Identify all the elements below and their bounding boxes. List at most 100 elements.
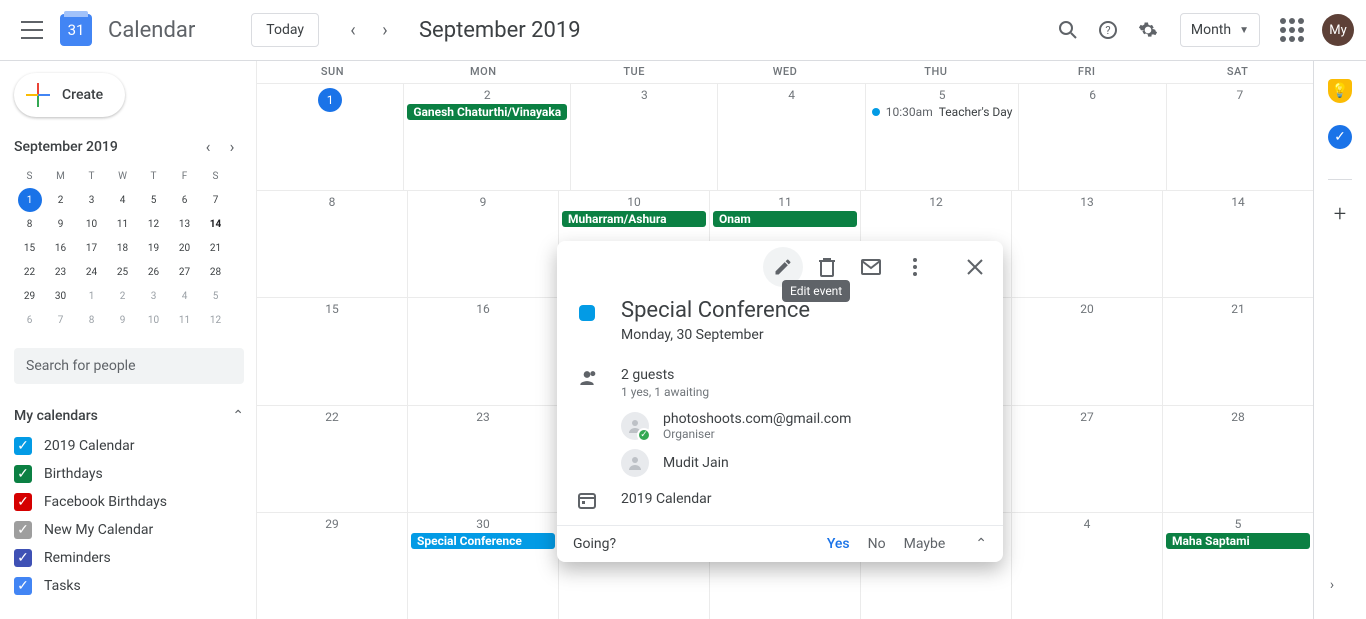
day-cell[interactable]: 22	[257, 406, 408, 512]
account-avatar[interactable]: My	[1322, 14, 1354, 46]
mini-day[interactable]: 5	[138, 188, 169, 212]
view-selector[interactable]: Month ▼	[1180, 13, 1260, 47]
event-chip[interactable]: 10:30amTeacher's Day	[866, 104, 1019, 120]
google-apps-button[interactable]	[1272, 10, 1312, 50]
settings-button[interactable]	[1128, 10, 1168, 50]
mini-day[interactable]: 6	[169, 188, 200, 212]
mini-day[interactable]: 9	[107, 308, 138, 332]
mini-day[interactable]: 1	[18, 188, 42, 212]
day-cell[interactable]: 9	[408, 191, 559, 297]
calendar-checkbox[interactable]: ✓	[14, 493, 32, 511]
event-chip[interactable]: Special Conference	[411, 533, 555, 549]
rsvp-maybe-button[interactable]: Maybe	[904, 536, 946, 552]
event-chip[interactable]: Maha Saptami	[1166, 533, 1310, 549]
mini-day[interactable]: 30	[45, 284, 76, 308]
calendar-checkbox[interactable]: ✓	[14, 577, 32, 595]
today-button[interactable]: Today	[251, 13, 319, 47]
next-period-button[interactable]: ›	[369, 14, 401, 46]
calendar-item[interactable]: ✓New My Calendar	[14, 516, 256, 544]
mini-day[interactable]: 9	[45, 212, 76, 236]
mini-day[interactable]: 21	[200, 236, 231, 260]
mini-day[interactable]: 12	[138, 212, 169, 236]
mini-day[interactable]: 16	[45, 236, 76, 260]
mini-day[interactable]: 7	[45, 308, 76, 332]
day-cell[interactable]: 1	[257, 84, 404, 190]
main-menu-button[interactable]	[12, 10, 52, 50]
mini-day[interactable]: 10	[76, 212, 107, 236]
calendar-item[interactable]: ✓2019 Calendar	[14, 432, 256, 460]
day-cell[interactable]: 29	[257, 513, 408, 619]
close-popup-button[interactable]	[955, 247, 995, 287]
mini-day[interactable]: 3	[138, 284, 169, 308]
day-cell[interactable]: 3	[571, 84, 718, 190]
prev-period-button[interactable]: ‹	[337, 14, 369, 46]
day-cell[interactable]: 16	[408, 298, 559, 404]
mini-day[interactable]: 1	[76, 284, 107, 308]
mini-day[interactable]: 14	[200, 212, 231, 236]
day-cell[interactable]: 27	[1012, 406, 1163, 512]
email-guests-button[interactable]	[851, 247, 891, 287]
create-button[interactable]: Create	[14, 73, 125, 117]
calendar-checkbox[interactable]: ✓	[14, 521, 32, 539]
mini-day[interactable]: 6	[14, 308, 45, 332]
mini-day[interactable]: 8	[76, 308, 107, 332]
mini-prev-button[interactable]: ‹	[196, 137, 220, 156]
mini-day[interactable]: 8	[14, 212, 45, 236]
calendar-item[interactable]: ✓Birthdays	[14, 460, 256, 488]
mini-next-button[interactable]: ›	[220, 137, 244, 156]
day-cell[interactable]: 21	[1163, 298, 1313, 404]
day-cell[interactable]: 4	[718, 84, 865, 190]
mini-day[interactable]: 24	[76, 260, 107, 284]
day-cell[interactable]: 8	[257, 191, 408, 297]
show-side-panel-button[interactable]: ›	[1312, 565, 1352, 605]
mini-day[interactable]: 19	[138, 236, 169, 260]
support-button[interactable]: ?	[1088, 10, 1128, 50]
mini-day[interactable]: 17	[76, 236, 107, 260]
day-cell[interactable]: 5Maha Saptami	[1163, 513, 1313, 619]
mini-day[interactable]: 7	[200, 188, 231, 212]
rsvp-no-button[interactable]: No	[868, 536, 886, 552]
mini-day[interactable]: 13	[169, 212, 200, 236]
mini-day[interactable]: 28	[200, 260, 231, 284]
day-cell[interactable]: 13	[1012, 191, 1163, 297]
mini-day[interactable]: 22	[14, 260, 45, 284]
mini-day[interactable]: 4	[169, 284, 200, 308]
calendar-item[interactable]: ✓Tasks	[14, 572, 256, 600]
event-chip[interactable]: Ganesh Chaturthi/Vinayaka	[407, 104, 567, 120]
mini-day[interactable]: 4	[107, 188, 138, 212]
tasks-icon[interactable]: ✓	[1328, 125, 1352, 149]
day-cell[interactable]: 6	[1019, 84, 1166, 190]
mini-day[interactable]: 11	[107, 212, 138, 236]
mini-day[interactable]: 26	[138, 260, 169, 284]
event-chip[interactable]: Onam	[713, 211, 857, 227]
day-cell[interactable]: 15	[257, 298, 408, 404]
mini-day[interactable]: 10	[138, 308, 169, 332]
day-cell[interactable]: 14	[1163, 191, 1313, 297]
mini-day[interactable]: 5	[200, 284, 231, 308]
mini-day[interactable]: 3	[76, 188, 107, 212]
mini-day[interactable]: 20	[169, 236, 200, 260]
calendar-checkbox[interactable]: ✓	[14, 465, 32, 483]
calendar-item[interactable]: ✓Reminders	[14, 544, 256, 572]
search-button[interactable]	[1048, 10, 1088, 50]
event-chip[interactable]: Muharram/Ashura	[562, 211, 706, 227]
day-cell[interactable]: 2Ganesh Chaturthi/Vinayaka	[404, 84, 571, 190]
my-calendars-toggle[interactable]: My calendars ⌃	[14, 400, 256, 432]
options-button[interactable]	[895, 247, 935, 287]
mini-day[interactable]: 2	[45, 188, 76, 212]
calendar-item[interactable]: ✓Facebook Birthdays	[14, 488, 256, 516]
add-addon-button[interactable]: +	[1328, 202, 1352, 226]
mini-day[interactable]: 2	[107, 284, 138, 308]
search-people-input[interactable]: Search for people	[14, 348, 244, 384]
keep-icon[interactable]: 💡	[1328, 79, 1352, 103]
mini-day[interactable]: 27	[169, 260, 200, 284]
mini-day[interactable]: 11	[169, 308, 200, 332]
day-cell[interactable]: 28	[1163, 406, 1313, 512]
mini-day[interactable]: 29	[14, 284, 45, 308]
day-cell[interactable]: 23	[408, 406, 559, 512]
mini-day[interactable]: 18	[107, 236, 138, 260]
calendar-checkbox[interactable]: ✓	[14, 549, 32, 567]
mini-day[interactable]: 23	[45, 260, 76, 284]
day-cell[interactable]: 30Special Conference	[408, 513, 559, 619]
rsvp-expand-button[interactable]: ⌃	[975, 536, 987, 552]
